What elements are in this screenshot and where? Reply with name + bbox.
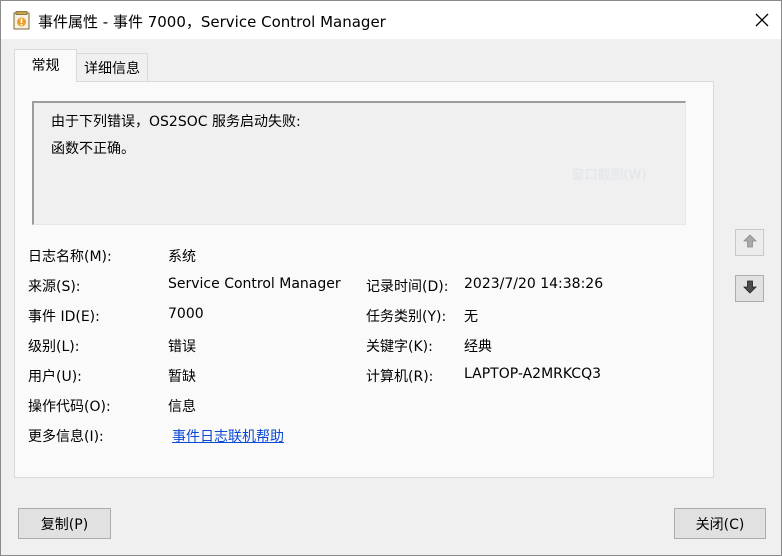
title-bar: 事件属性 - 事件 7000，Service Control Manager (1, 1, 781, 39)
next-event-button[interactable] (735, 275, 764, 302)
previous-event-button[interactable] (735, 229, 764, 256)
opcode-label: 操作代码(O): (28, 399, 111, 415)
opcode-value: 信息 (168, 399, 196, 415)
description-box[interactable]: 由于下列错误，OS2SOC 服务启动失败: 函数不正确。 窗口截图(W) (32, 101, 686, 225)
keywords-value: 经典 (464, 339, 492, 355)
close-icon[interactable] (743, 1, 781, 39)
event-viewer-icon (13, 11, 30, 30)
level-label: 级别(L): (28, 339, 80, 355)
source-label: 来源(S): (28, 279, 81, 295)
ghost-overlay-text: 窗口截图(W) (571, 168, 647, 183)
computer-value: LAPTOP-A2MRKCQ3 (464, 366, 601, 382)
task-category-value: 无 (464, 309, 478, 325)
arrow-down-icon (742, 279, 758, 299)
window-title: 事件属性 - 事件 7000，Service Control Manager (38, 13, 386, 31)
log-name-label: 日志名称(M): (28, 249, 112, 265)
copy-button[interactable]: 复制(P) (18, 508, 111, 539)
description-line-2: 函数不正确。 (51, 141, 135, 157)
event-properties-window: 事件属性 - 事件 7000，Service Control Manager 常… (0, 0, 782, 556)
logged-value: 2023/7/20 14:38:26 (464, 276, 604, 292)
keywords-label: 关键字(K): (366, 339, 433, 355)
log-name-value: 系统 (168, 249, 196, 265)
user-value: 暂缺 (168, 369, 196, 385)
tab-details[interactable]: 详细信息 (77, 53, 148, 81)
close-button[interactable]: 关闭(C) (674, 508, 766, 539)
logged-label: 记录时间(D): (366, 279, 449, 295)
level-value: 错误 (168, 339, 196, 355)
computer-label: 计算机(R): (366, 369, 434, 385)
arrow-up-icon (742, 233, 758, 253)
tab-general[interactable]: 常规 (14, 49, 77, 82)
online-help-link[interactable]: 事件日志联机帮助 (172, 426, 284, 446)
source-value: Service Control Manager (168, 276, 341, 292)
task-category-label: 任务类别(Y): (366, 309, 447, 325)
description-line-1: 由于下列错误，OS2SOC 服务启动失败: (51, 114, 301, 130)
event-id-label: 事件 ID(E): (28, 309, 100, 325)
event-id-value: 7000 (168, 306, 204, 322)
more-info-label: 更多信息(I): (28, 429, 104, 445)
tab-panel-general: 由于下列错误，OS2SOC 服务启动失败: 函数不正确。 窗口截图(W) 日志名… (14, 81, 714, 478)
user-label: 用户(U): (28, 369, 82, 385)
